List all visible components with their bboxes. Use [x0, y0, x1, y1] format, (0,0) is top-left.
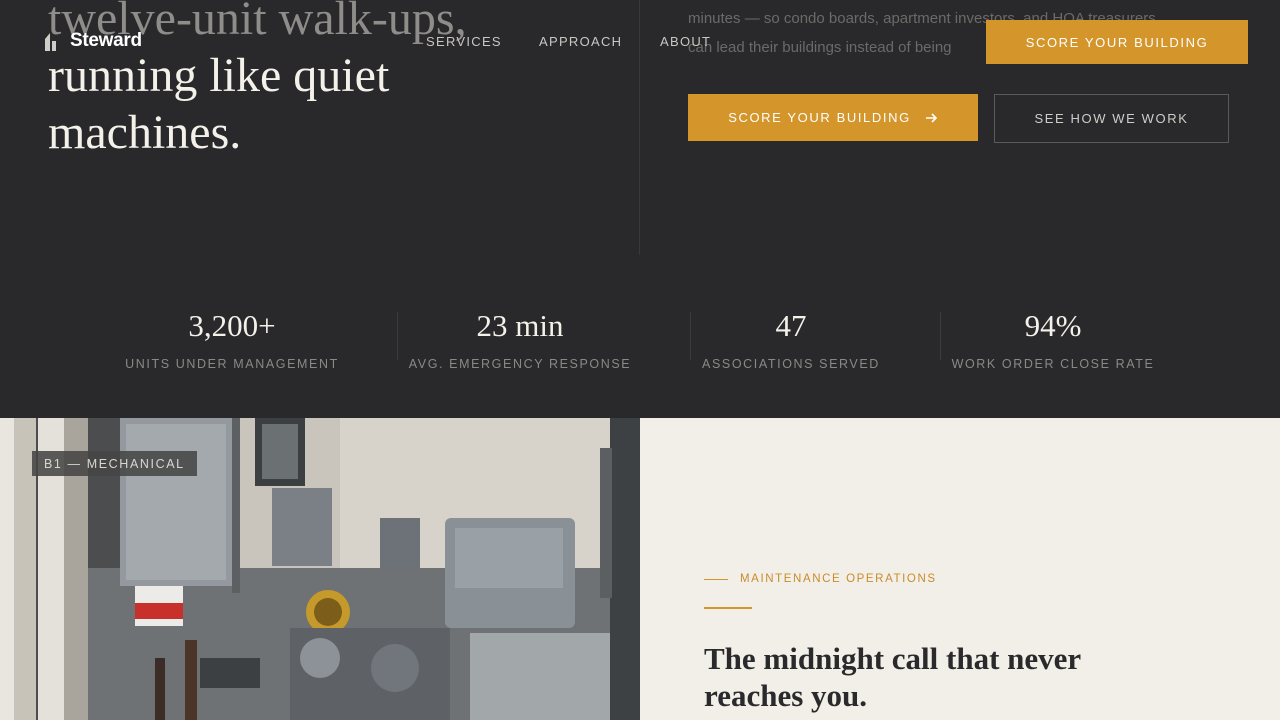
hero-headline-line: machines. [48, 106, 242, 159]
stat-value: 3,200+ [188, 308, 276, 343]
stat-label: Associations served [702, 357, 880, 371]
nav-score-building-button[interactable]: Score your building [986, 20, 1248, 64]
mechanical-room-photo: B1 — Mechanical [0, 418, 640, 720]
accent-bar [704, 607, 752, 609]
see-how-we-work-button[interactable]: See how we work [994, 94, 1229, 143]
section-title: The midnight call that never reaches you… [704, 641, 1081, 713]
score-building-button[interactable]: Score your building [688, 94, 978, 141]
stat-divider [940, 312, 941, 360]
top-nav: Steward Services Approach About Score yo… [0, 0, 1280, 84]
stat-divider [690, 312, 691, 360]
stat-divider [397, 312, 398, 360]
stat-label: Avg. emergency response [408, 357, 632, 371]
stat-associations: 47 Associations served [700, 308, 882, 371]
stat-close-rate: 94% Work order close rate [950, 308, 1156, 371]
arrow-right-icon [925, 112, 937, 123]
stat-response: 23 min Avg. emergency response [408, 308, 632, 371]
section-eyebrow: Maintenance operations [704, 573, 937, 585]
stat-label: Work order close rate [951, 357, 1155, 371]
score-building-button-label: Score your building [728, 110, 911, 125]
nav-link-services[interactable]: Services [426, 34, 502, 49]
nav-link-approach[interactable]: Approach [539, 34, 622, 49]
stat-value: 23 min [476, 308, 564, 343]
eyebrow-line [704, 578, 728, 580]
nav-link-about[interactable]: About [660, 34, 711, 49]
stat-label: Units under management [125, 357, 339, 371]
stat-units: 3,200+ Units under management [125, 308, 339, 371]
maintenance-operations-section: Maintenance operations The midnight call… [640, 418, 1280, 720]
stat-value: 47 [775, 308, 807, 343]
see-how-we-work-label: See how we work [1034, 111, 1189, 126]
eyebrow-text: Maintenance operations [740, 573, 937, 585]
building-logo-icon [45, 33, 56, 51]
stat-value: 94% [1024, 308, 1082, 343]
brand-logo[interactable]: Steward [42, 30, 142, 52]
photo-location-tag: B1 — Mechanical [32, 451, 197, 476]
brand-name: Steward [70, 30, 142, 51]
